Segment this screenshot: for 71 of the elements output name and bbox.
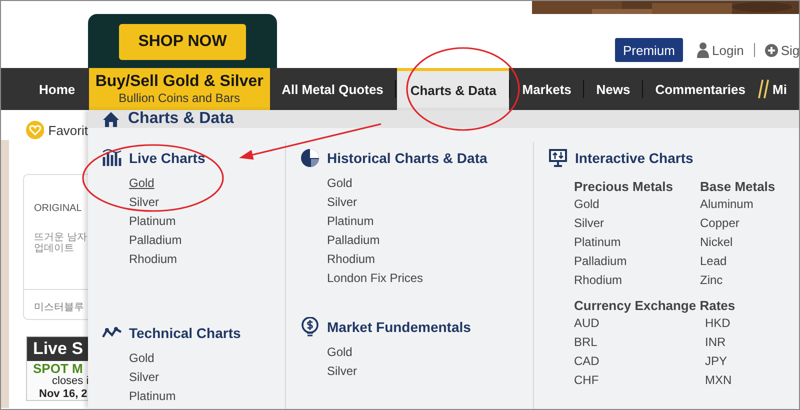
menu-link[interactable]: Platinum [574, 233, 621, 252]
menu-link[interactable]: Palladium [129, 231, 182, 250]
card-text: 뜨거운 남자 [34, 232, 88, 243]
menu-link[interactable]: Gold [129, 174, 154, 193]
nav-tab[interactable]: Markets [510, 68, 584, 110]
menu-link[interactable]: Aluminum [700, 195, 754, 214]
menu-link[interactable]: JPY [705, 352, 728, 371]
menu-title: Charts & Data [128, 110, 234, 128]
menu-link[interactable]: Gold [574, 195, 600, 214]
section-heading[interactable]: Historical Charts & Data [327, 150, 488, 166]
card-text: 업데이트 [34, 243, 75, 254]
menu-link[interactable]: Silver [129, 193, 160, 212]
section-heading[interactable]: Live Charts [129, 150, 206, 166]
date-text: Nov 16, 2 [38, 388, 88, 400]
menu-link[interactable]: Silver [574, 214, 604, 233]
bar-chart-icon [102, 148, 122, 168]
shop-now-button[interactable]: SHOP NOW [119, 24, 246, 60]
plus-circle-icon [764, 44, 778, 56]
menu-link[interactable]: AUD [574, 314, 600, 333]
nav-tab[interactable]: Home [39, 68, 90, 110]
favorites-label: Favorit [48, 122, 88, 138]
menu-link[interactable]: BRL [574, 333, 598, 352]
menu-link[interactable]: Silver [129, 368, 160, 387]
menu-link[interactable]: Platinum [327, 212, 374, 231]
nav-tab[interactable]: News [584, 68, 642, 110]
monitor-icon [548, 148, 568, 168]
menu-link[interactable]: Silver [327, 362, 358, 381]
group-heading: Precious Metals [574, 178, 674, 195]
signup-link[interactable]: Sig [764, 42, 799, 58]
nav-tab[interactable]: All Metal Quotes [270, 68, 396, 110]
menu-link[interactable]: MXN [705, 371, 732, 390]
menu-link[interactable]: Gold [327, 174, 352, 193]
menu-link[interactable]: Silver [327, 193, 358, 212]
menu-link[interactable]: CAD [574, 352, 600, 371]
section-heading[interactable]: Market Fundementals [327, 319, 471, 335]
menu-link[interactable]: Rhodium [574, 271, 622, 290]
menu-link[interactable]: Nickel [700, 233, 733, 252]
nav-tab[interactable]: Commentaries [643, 68, 758, 110]
menu-link[interactable]: Lead [700, 252, 727, 271]
home-icon [102, 110, 120, 128]
menu-link[interactable]: Rhodium [327, 250, 376, 269]
menu-link[interactable]: Copper [700, 214, 740, 233]
nav-tab[interactable]: Buy/Sell Gold & Silver Bullion Coins and Bars [89, 68, 270, 110]
menu-link[interactable]: London Fix Prices [327, 269, 424, 288]
card-text: ORIGINAL [34, 203, 83, 214]
section-heading[interactable]: Interactive Charts [575, 150, 694, 166]
nav-tab[interactable]: Charts & Data [397, 68, 510, 110]
section-heading[interactable]: Technical Charts [129, 325, 241, 341]
menu-link[interactable]: CHF [574, 371, 599, 390]
menu-link[interactable]: Palladium [574, 252, 627, 271]
nav-tab[interactable]: Mi [772, 68, 799, 110]
premium-button[interactable]: Premium [615, 38, 683, 62]
closes-text: closes i [51, 376, 88, 388]
live-box-title: Live S [27, 337, 88, 361]
menu-link[interactable]: HKD [705, 314, 730, 333]
login-link[interactable]: Login [697, 42, 744, 58]
menu-link[interactable]: Zinc [700, 271, 723, 290]
menu-link[interactable]: Gold [327, 343, 352, 362]
menu-link[interactable]: Rhodium [129, 250, 178, 269]
menu-link[interactable]: INR [705, 333, 726, 352]
user-icon [697, 42, 709, 58]
menu-link[interactable]: Palladium [327, 231, 380, 250]
menu-link[interactable]: Platinum [129, 212, 176, 231]
double-slash-icon [758, 77, 769, 101]
menu-link[interactable]: Gold [129, 349, 154, 368]
group-heading: Currency Exchange Rates [574, 297, 736, 314]
spot-label: SPOT M [32, 361, 84, 376]
dollar-bulb-icon [300, 317, 320, 337]
group-heading: Base Metals [700, 178, 776, 195]
menu-link[interactable]: Platinum [129, 387, 176, 406]
pie-chart-icon [300, 148, 320, 168]
